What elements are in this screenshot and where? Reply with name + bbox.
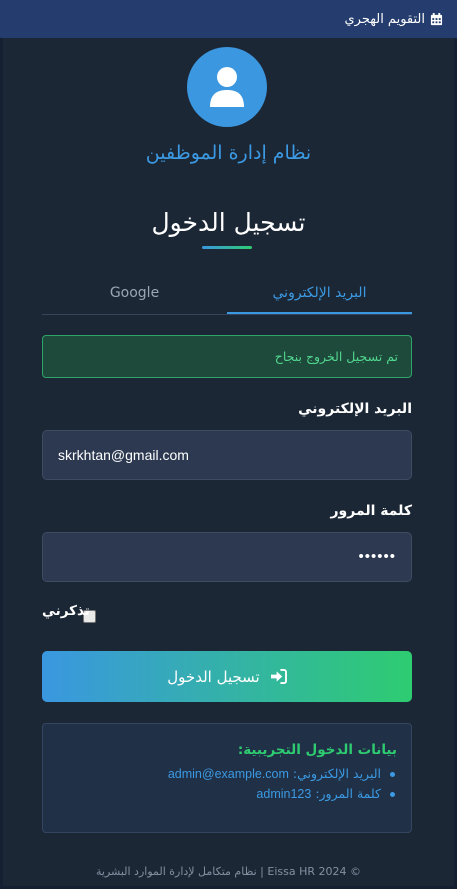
title-underline — [202, 246, 252, 249]
tab-email[interactable]: البريد الإلكتروني — [227, 276, 412, 314]
sign-in-icon — [270, 669, 287, 684]
demo-email-label: البريد الإلكتروني: — [292, 766, 381, 781]
password-field[interactable]: •••••• — [42, 532, 412, 582]
page-title: تسجيل الدخول — [151, 208, 306, 237]
demo-password-label: كلمة المرور: — [315, 786, 381, 801]
system-name: نظام إدارة الموظفين — [145, 142, 312, 164]
footer-copyright: © 2024 Eissa HR | نظام متكامل لإدارة الم… — [95, 865, 361, 878]
demo-password-value: admin123 — [256, 787, 312, 801]
remember-me-label: تذكرني — [42, 603, 90, 619]
email-field[interactable] — [42, 430, 412, 480]
logout-success-alert: تم تسجيل الخروج بنجاح — [42, 335, 412, 378]
hijri-calendar-label: التقويم الهجري — [344, 11, 426, 27]
demo-credentials-box: بيانات الدخول التجريبية: البريد الإلكترو… — [42, 723, 412, 833]
login-method-tabs: البريد الإلكتروني Google — [42, 276, 412, 315]
hijri-calendar-bar[interactable]: التقويم الهجري — [0, 0, 457, 38]
email-label: البريد الإلكتروني — [298, 401, 412, 417]
avatar — [187, 47, 267, 127]
demo-password-item: كلمة المرور: admin123 — [43, 784, 395, 804]
tab-google[interactable]: Google — [42, 276, 227, 314]
demo-credentials-list: البريد الإلكتروني: admin@example.com كلم… — [43, 764, 397, 804]
user-icon — [210, 67, 244, 107]
demo-email-item: البريد الإلكتروني: admin@example.com — [43, 764, 395, 784]
login-button[interactable]: تسجيل الدخول — [42, 651, 412, 702]
calendar-icon — [430, 12, 443, 25]
demo-email-value: admin@example.com — [167, 767, 289, 781]
demo-credentials-title: بيانات الدخول التجريبية: — [237, 742, 397, 758]
login-button-label: تسجيل الدخول — [167, 667, 260, 686]
password-label: كلمة المرور — [330, 503, 412, 519]
